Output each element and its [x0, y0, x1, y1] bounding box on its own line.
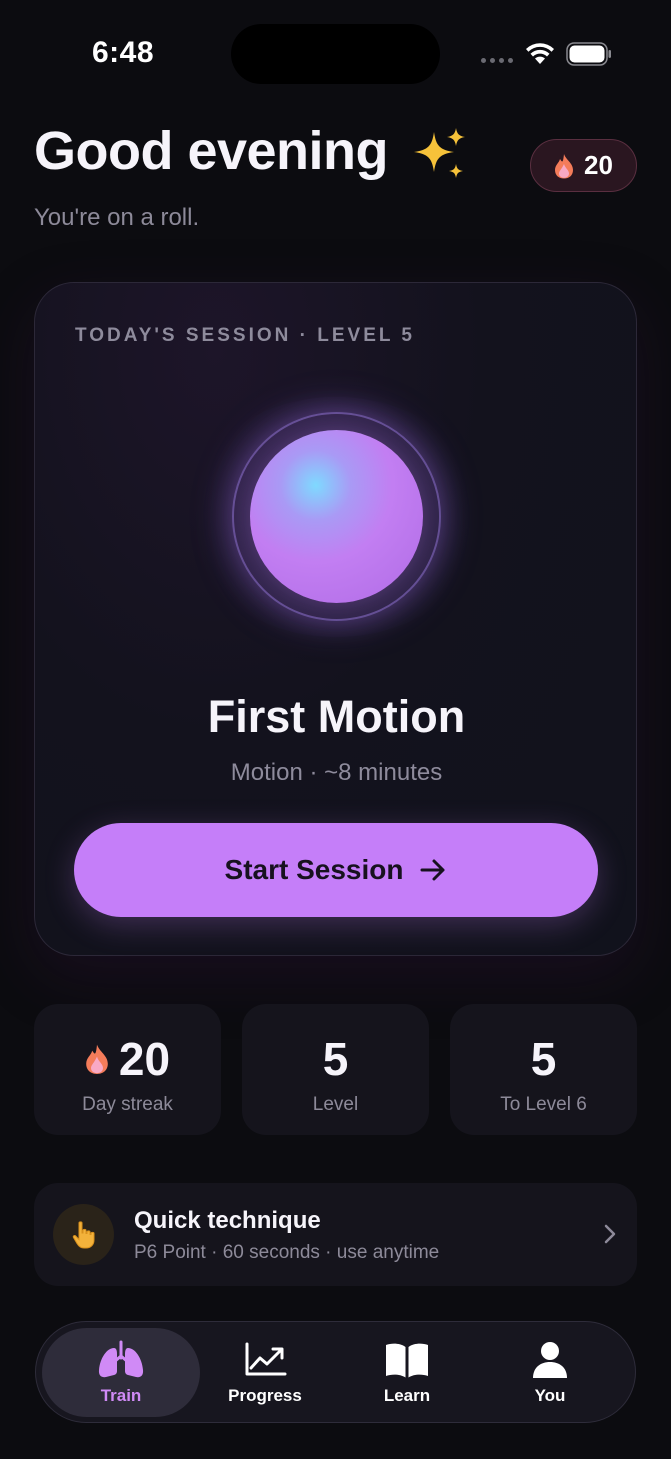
lungs-icon — [98, 1340, 144, 1378]
streak-badge[interactable]: 20 — [530, 139, 637, 192]
status-bar: 6:48 — [0, 0, 671, 100]
flame-icon — [86, 1044, 108, 1074]
stat-level: 5 Level — [242, 1004, 429, 1135]
book-icon — [386, 1343, 428, 1378]
todays-session-card: TODAY'S SESSION · LEVEL 5 First Motion M… — [34, 282, 637, 956]
quick-technique-icon-wrap — [53, 1204, 114, 1265]
stat-label: Day streak — [82, 1094, 173, 1115]
streak-count: 20 — [584, 150, 613, 180]
cellular-signal-icon — [481, 58, 513, 63]
tab-label: Learn — [383, 1386, 431, 1405]
quick-technique-card[interactable]: Quick technique P6 Point · 60 seconds · … — [34, 1183, 637, 1286]
tab-train[interactable]: Train — [42, 1328, 200, 1417]
session-title: First Motion — [207, 691, 466, 742]
stat-label: To Level 6 — [500, 1094, 587, 1115]
breathing-orb — [250, 430, 423, 603]
start-session-label: Start Session — [224, 854, 404, 885]
session-label: TODAY'S SESSION · LEVEL 5 — [75, 325, 415, 346]
status-time: 6:48 — [92, 36, 155, 69]
quick-technique-subtitle: P6 Point · 60 seconds · use anytime — [134, 1242, 440, 1263]
wifi-icon — [526, 43, 554, 64]
person-icon — [533, 1342, 567, 1378]
greeting-subtitle: You're on a roll. — [34, 204, 200, 231]
start-session-button[interactable]: Start Session — [74, 823, 598, 917]
stat-value: 20 — [118, 1033, 171, 1085]
stat-label: Level — [312, 1094, 359, 1115]
pointing-hand-icon — [72, 1220, 94, 1248]
quick-technique-title: Quick technique — [134, 1207, 321, 1234]
tab-label: You — [534, 1386, 566, 1405]
flame-icon — [555, 153, 574, 178]
stat-day-streak: 20 Day streak — [34, 1004, 221, 1135]
stat-to-next-level: 5 To Level 6 — [450, 1004, 637, 1135]
tab-learn[interactable]: Learn — [328, 1328, 486, 1417]
tab-label: Train — [100, 1386, 142, 1405]
chart-trend-icon — [245, 1342, 287, 1376]
battery-icon — [566, 42, 611, 66]
sparkles-icon — [414, 128, 465, 178]
greeting-title: Good evening — [34, 121, 389, 181]
stat-value: 5 — [530, 1033, 557, 1085]
tab-bar: Train Progress Learn You — [35, 1321, 636, 1423]
arrow-right-icon — [420, 859, 445, 881]
tab-progress[interactable]: Progress — [186, 1328, 344, 1417]
tab-you[interactable]: You — [471, 1328, 629, 1417]
chevron-right-icon — [604, 1224, 616, 1244]
tab-label: Progress — [228, 1386, 302, 1405]
dynamic-island — [231, 24, 440, 84]
session-meta: Motion · ~8 minutes — [230, 759, 443, 786]
stat-value: 5 — [322, 1033, 349, 1085]
